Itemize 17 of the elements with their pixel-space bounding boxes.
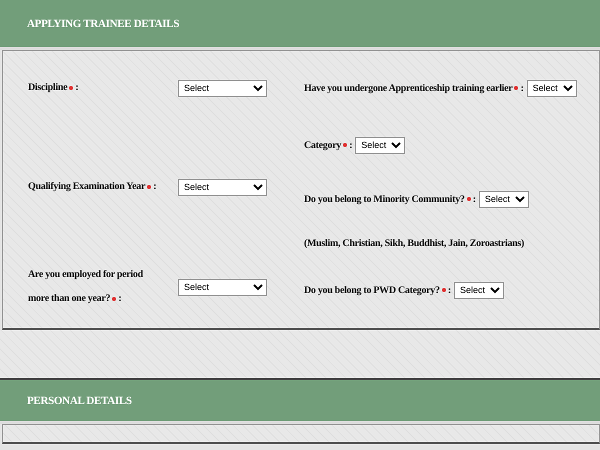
field-label: Qualifying Examination Year :	[28, 180, 158, 194]
field-label: Category :	[304, 140, 352, 150]
select-dropdown[interactable]: Select	[526, 80, 577, 96]
field-label: Are you employed for period more than one year? :	[28, 268, 144, 306]
select-dropdown[interactable]: Select	[178, 178, 267, 196]
select-dropdown[interactable]: Select	[478, 190, 529, 208]
select-dropdown[interactable]: Select	[178, 278, 267, 296]
section-title: PERSONAL DETAILS	[27, 394, 132, 406]
select-dropdown[interactable]: Select	[355, 136, 406, 154]
select-dropdown[interactable]: Select	[454, 282, 504, 298]
note-text: (Muslim, Christian, Sikh, Buddhist, Jain, Zoroastrians)	[304, 238, 524, 248]
field-label: Do you belong to Minority Community? :	[304, 194, 476, 204]
select-dropdown[interactable]: Select	[178, 80, 267, 96]
field-label: Have you undergone Apprenticeship training earlier :	[304, 82, 524, 94]
field-label: Discipline :	[28, 81, 80, 95]
section-title: APPLYING TRAINEE DETAILS	[27, 18, 180, 30]
field-label: Do you belong to PWD Category? :	[304, 284, 451, 296]
